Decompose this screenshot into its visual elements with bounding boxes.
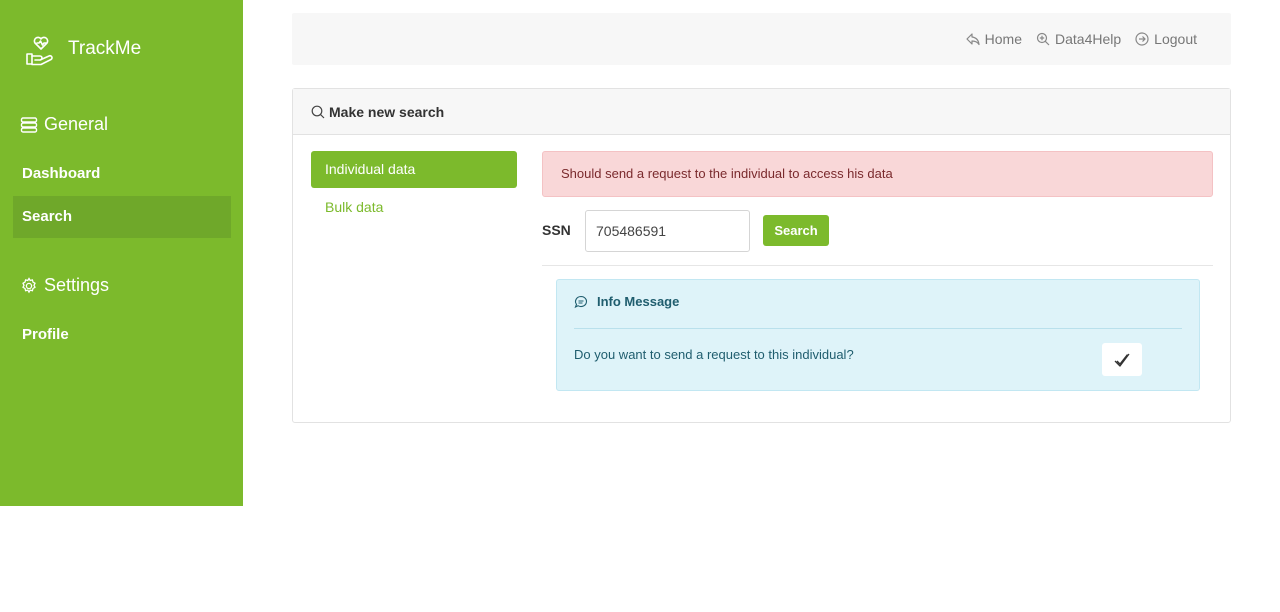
section-general: General [20,114,108,135]
section-general-label: General [44,114,109,134]
warning-alert: Should send a request to the individual … [542,151,1213,197]
heart-hand-icon [26,36,53,66]
info-title: Info Message [574,294,679,309]
search-icon [311,105,325,118]
divider [542,265,1213,266]
home-link-label: Home [984,31,1023,47]
data4help-link-label: Data4Help [1055,31,1122,47]
zoom-in-icon [1036,32,1050,46]
info-text: Do you want to send a request to this in… [574,347,854,362]
tab-bulk-data[interactable]: Bulk data [325,199,383,215]
sidebar: TrackMe General Dashboard Search Setting… [0,0,243,506]
section-settings-label: Settings [44,275,110,295]
logout-link[interactable]: Logout [1135,31,1197,47]
top-nav-links: Home Data4Help Logout [966,13,1197,65]
server-stack-icon [20,116,38,133]
checkmark-icon [1114,353,1130,367]
search-card: Make new search Individual data Bulk dat… [292,88,1231,423]
brand[interactable]: TrackMe [24,32,141,66]
ssn-input[interactable] [585,210,750,252]
info-title-label: Info Message [597,294,680,309]
top-navbar: Home Data4Help Logout [292,13,1231,65]
chat-bubble-icon [574,295,587,308]
sidebar-item-profile[interactable]: Profile [13,314,231,356]
sidebar-item-search[interactable]: Search [13,196,231,238]
confirm-request-button[interactable] [1102,343,1142,376]
search-button[interactable]: Search [763,215,829,246]
section-settings: Settings [20,275,109,296]
gear-icon [22,276,36,293]
reply-arrow-icon [966,33,980,46]
tab-individual-data[interactable]: Individual data [311,151,517,188]
sidebar-item-dashboard[interactable]: Dashboard [13,153,231,195]
logout-link-label: Logout [1154,31,1197,47]
home-link[interactable]: Home [966,31,1022,47]
card-header: Make new search [293,89,1230,135]
arrow-circle-right-icon [1135,32,1149,46]
ssn-label: SSN [542,222,571,238]
info-message-box: Info Message Do you want to send a reque… [556,279,1200,391]
info-divider [574,328,1182,329]
brand-name: TrackMe [68,38,142,59]
data4help-link[interactable]: Data4Help [1036,31,1121,47]
card-title: Make new search [329,103,445,120]
